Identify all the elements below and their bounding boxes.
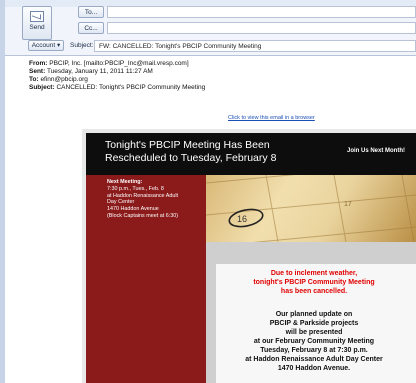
update-line: at our February Community Meeting [253, 338, 375, 345]
send-button[interactable]: Send [22, 6, 52, 40]
subject-meta-value: CANCELLED: Tonight's PBCIP Community Mee… [56, 84, 206, 91]
subject-label: Subject: [70, 42, 94, 49]
from-label: From: [29, 60, 48, 67]
next-meeting-details: Next Meeting: 7:30 p.m., Tues., Feb. 8 a… [107, 179, 178, 220]
to-field[interactable] [107, 6, 416, 18]
calendar-grid: 16 17 [206, 175, 416, 242]
chevron-down-icon: ▾ [57, 42, 61, 49]
update-line: Our planned update on [275, 311, 353, 318]
next-meeting-label: Next Meeting: [107, 179, 143, 185]
email-compose-window: Send To... Cc... Account ▾ Subject: FW: … [0, 0, 416, 383]
update-line: Tuesday, February 8 at 7:30 p.m. [260, 347, 368, 354]
cc-field[interactable] [107, 22, 416, 34]
account-label: Account [31, 42, 56, 49]
update-line: will be presented [285, 329, 343, 336]
account-dropdown[interactable]: Account ▾ [28, 40, 64, 51]
calendar-number: 16 [237, 214, 247, 224]
next-meeting-line: at Haddon Renaissance Adult [107, 192, 179, 199]
update-line: at Haddon Renaissance Adult Day Center [245, 356, 383, 363]
subject-field[interactable]: FW: CANCELLED: Tonight's PBCIP Community… [94, 40, 416, 52]
send-label: Send [29, 24, 45, 31]
cc-button[interactable]: Cc... [78, 22, 104, 34]
next-meeting-line: 7:30 p.m., Tues., Feb. 8 [107, 185, 164, 192]
update-text: Our planned update on PBCIP & Parkside p… [216, 310, 412, 373]
calendar-photo: 16 17 [206, 175, 416, 242]
calendar-number: 17 [344, 201, 352, 208]
title-line-1: Tonight's PBCIP Meeting Has Been [105, 139, 270, 151]
update-line: PBCIP & Parkside projects [269, 320, 359, 327]
title-line-2: Rescheduled to Tuesday, February 8 [105, 152, 277, 164]
update-line: 1470 Haddon Avenue. [277, 365, 351, 372]
from-value: PBCIP, Inc. [mailto:PBCIP_Inc@mail.vresp… [49, 60, 189, 67]
send-icon [30, 11, 44, 22]
alert-line: Due to inclement weather, [270, 270, 358, 277]
newsletter-title: Tonight's PBCIP Meeting Has Been Resched… [105, 139, 335, 165]
next-meeting-line: 1470 Haddon Avenue [107, 206, 159, 213]
to-value: efinn@pbcip.org [40, 76, 88, 83]
cancellation-alert: Due to inclement weather, tonight's PBCI… [216, 269, 412, 296]
sent-value: Tuesday, January 11, 2011 11:27 AM [46, 68, 153, 75]
subject-meta-label: Subject: [29, 84, 55, 91]
alert-line: has been cancelled. [280, 288, 348, 295]
next-meeting-line: (Block Captains meet at 6:30) [107, 212, 179, 219]
to-button[interactable]: To... [78, 6, 104, 18]
sent-label: Sent: [29, 68, 46, 75]
to-label: To: [29, 76, 39, 83]
next-meeting-line: Day Center [107, 199, 135, 206]
view-in-browser-link[interactable]: Click to view this email in a browser [228, 115, 315, 121]
forwarded-header: From: PBCIP, Inc. [mailto:PBCIP_Inc@mail… [29, 60, 205, 92]
alert-line: tonight's PBCIP Community Meeting [253, 279, 375, 286]
join-us-text: Join Us Next Month! [347, 148, 405, 154]
